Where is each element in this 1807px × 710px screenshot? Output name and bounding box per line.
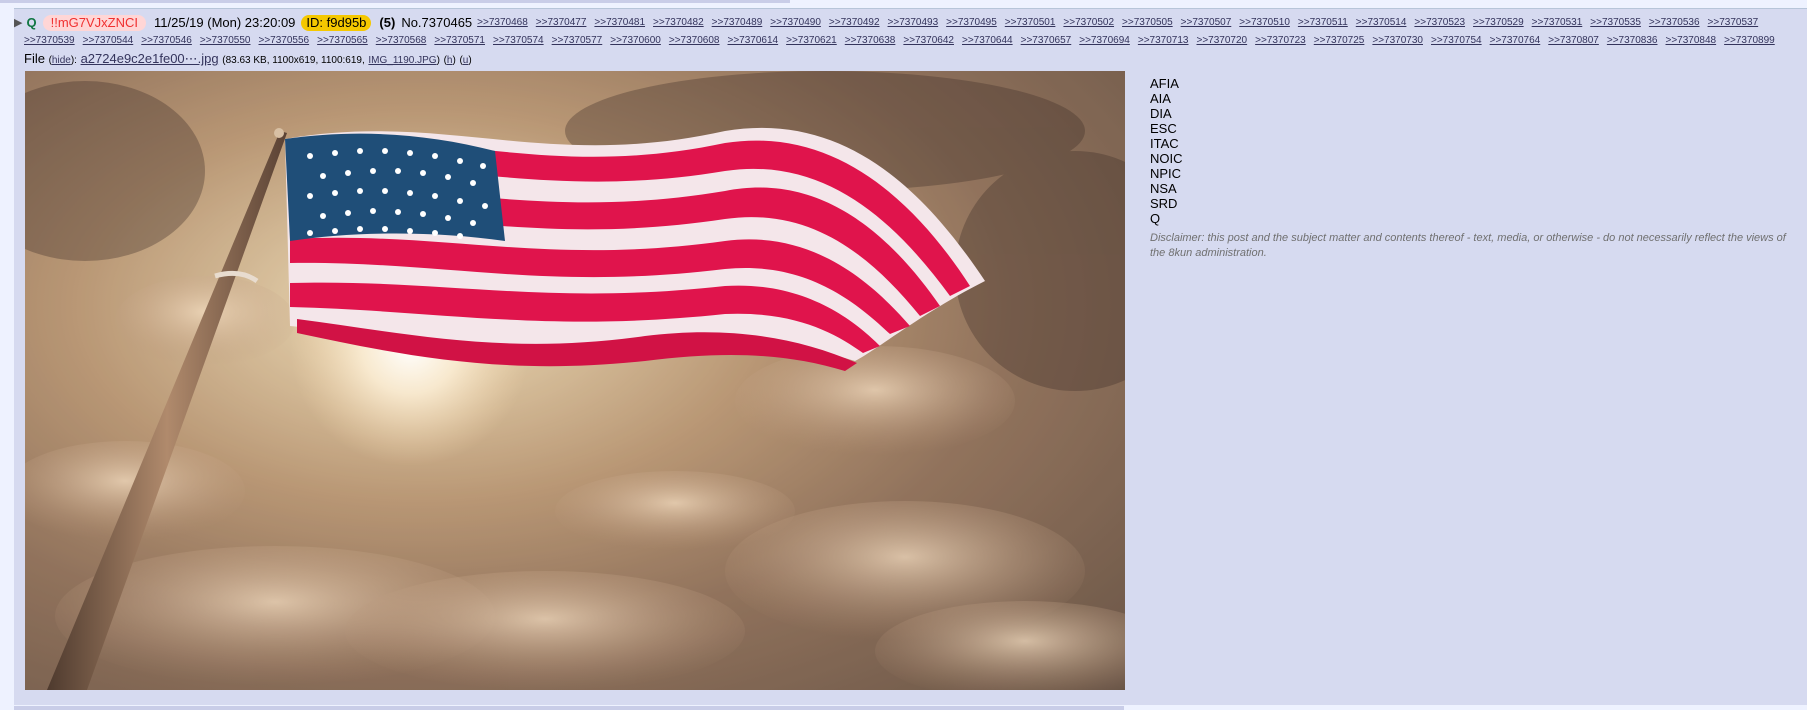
backlink[interactable]: >>7370621 bbox=[786, 35, 837, 46]
backlink[interactable]: >>7370754 bbox=[1431, 35, 1482, 46]
backlink[interactable]: >>7370720 bbox=[1197, 35, 1248, 46]
backlink[interactable]: >>7370638 bbox=[845, 35, 896, 46]
backlink[interactable]: >>7370477 bbox=[536, 17, 587, 28]
bottom-divider bbox=[14, 706, 1124, 710]
post-container: ▶ Q !!mG7VJxZNCI 11/25/19 (Mon) 23:20:09… bbox=[14, 8, 1807, 705]
top-divider bbox=[0, 0, 790, 3]
backlink[interactable]: >>7370713 bbox=[1138, 35, 1189, 46]
backlink[interactable]: >>7370495 bbox=[946, 17, 997, 28]
backlink[interactable]: >>7370501 bbox=[1005, 17, 1056, 28]
reply-count: (5) bbox=[379, 15, 396, 30]
post-image-american-flag[interactable] bbox=[25, 71, 1125, 690]
backlink[interactable]: >>7370507 bbox=[1181, 17, 1232, 28]
backlink[interactable]: >>7370764 bbox=[1490, 35, 1541, 46]
body-line: NSA bbox=[1150, 181, 1177, 196]
flag-photo bbox=[25, 71, 1125, 690]
backlink[interactable]: >>7370568 bbox=[376, 35, 427, 46]
backlink[interactable]: >>7370807 bbox=[1548, 35, 1599, 46]
u-link[interactable]: u bbox=[463, 55, 469, 66]
backlink[interactable]: >>7370529 bbox=[1473, 17, 1524, 28]
h-link[interactable]: h bbox=[447, 55, 453, 66]
backlink[interactable]: >>7370836 bbox=[1607, 35, 1658, 46]
backlink[interactable]: >>7370482 bbox=[653, 17, 704, 28]
backlinks-line-2: >>7370539 >>7370544 >>7370546 >>7370550 >>73… bbox=[24, 35, 1783, 46]
backlink[interactable]: >>7370490 bbox=[770, 17, 821, 28]
backlink[interactable]: >>7370511 bbox=[1298, 17, 1348, 28]
backlink[interactable]: >>7370694 bbox=[1079, 35, 1130, 46]
body-line: NOIC bbox=[1150, 151, 1183, 166]
post-date: 11/25/19 (Mon) 23:20:09 bbox=[154, 15, 296, 30]
backlink[interactable]: >>7370556 bbox=[259, 35, 310, 46]
body-line: Q bbox=[1150, 211, 1161, 226]
body-line: AIA bbox=[1150, 91, 1171, 106]
backlink[interactable]: >>7370510 bbox=[1239, 17, 1290, 28]
backlink[interactable]: >>7370514 bbox=[1356, 17, 1407, 28]
backlink[interactable]: >>7370537 bbox=[1708, 17, 1759, 28]
body-line: DIA bbox=[1150, 106, 1172, 121]
backlink[interactable]: >>7370481 bbox=[594, 17, 645, 28]
backlink[interactable]: >>7370492 bbox=[829, 17, 880, 28]
tripcode: !!mG7VJxZNCI bbox=[42, 15, 146, 31]
backlink[interactable]: >>7370535 bbox=[1590, 17, 1641, 28]
backlink[interactable]: >>7370468 bbox=[477, 17, 528, 28]
backlink[interactable]: >>7370523 bbox=[1414, 17, 1465, 28]
backlink[interactable]: >>7370657 bbox=[1021, 35, 1072, 46]
backlink[interactable]: >>7370608 bbox=[669, 35, 720, 46]
backlink[interactable]: >>7370536 bbox=[1649, 17, 1700, 28]
backlink[interactable]: >>7370550 bbox=[200, 35, 251, 46]
body-line: ITAC bbox=[1150, 136, 1179, 151]
file-label: File bbox=[24, 51, 45, 66]
backlink[interactable]: >>7370725 bbox=[1314, 35, 1365, 46]
disclaimer-text: Disclaimer: this post and the subject ma… bbox=[1150, 232, 1786, 259]
hide-file-link[interactable]: hide bbox=[52, 55, 71, 66]
backlink[interactable]: >>7370577 bbox=[552, 35, 603, 46]
original-filename-link[interactable]: IMG_1190.JPG bbox=[368, 55, 436, 66]
post-number-link[interactable]: No.7370465 bbox=[401, 15, 472, 31]
backlink[interactable]: >>7370848 bbox=[1666, 35, 1717, 46]
backlink[interactable]: >>7370642 bbox=[903, 35, 954, 46]
file-info: File (hide): a2724e9c2e1fe00⋯.jpg (83.63… bbox=[24, 51, 472, 66]
backlink[interactable]: >>7370571 bbox=[434, 35, 485, 46]
body-line: ESC bbox=[1150, 121, 1177, 136]
backlink[interactable]: >>7370600 bbox=[610, 35, 661, 46]
body-line: AFIA bbox=[1150, 76, 1179, 91]
file-details: (83.63 KB, 1100x619, 1100:619, bbox=[222, 55, 365, 66]
backlink[interactable]: >>7370493 bbox=[888, 17, 939, 28]
file-details-close: ) bbox=[436, 55, 440, 66]
backlink[interactable]: >>7370565 bbox=[317, 35, 368, 46]
poster-id-badge[interactable]: ID: f9d95b bbox=[301, 15, 372, 31]
backlink[interactable]: >>7370539 bbox=[24, 35, 75, 46]
backlink[interactable]: >>7370574 bbox=[493, 35, 544, 46]
post-header: ▶ Q !!mG7VJxZNCI 11/25/19 (Mon) 23:20:09… bbox=[14, 15, 1807, 47]
file-name-link[interactable]: a2724e9c2e1fe00⋯.jpg bbox=[81, 51, 219, 66]
backlink[interactable]: >>7370723 bbox=[1255, 35, 1306, 46]
backlink[interactable]: >>7370505 bbox=[1122, 17, 1173, 28]
backlink[interactable]: >>7370899 bbox=[1724, 35, 1775, 46]
backlink[interactable]: >>7370546 bbox=[141, 35, 192, 46]
backlink[interactable]: >>7370614 bbox=[728, 35, 779, 46]
body-line: NPIC bbox=[1150, 166, 1182, 181]
backlink[interactable]: >>7370644 bbox=[962, 35, 1013, 46]
poster-name: Q bbox=[26, 15, 37, 30]
backlink[interactable]: >>7370730 bbox=[1372, 35, 1423, 46]
post-body: AFIA AIA DIA ESC ITAC NOIC NPIC NSA SRD … bbox=[1150, 76, 1800, 261]
backlinks-line-1: >>7370468 >>7370477 >>7370481 >>7370482 >>73… bbox=[477, 15, 1766, 31]
backlink[interactable]: >>7370531 bbox=[1532, 17, 1583, 28]
body-line: SRD bbox=[1150, 196, 1178, 211]
expand-triangle-icon[interactable]: ▶ bbox=[14, 15, 22, 31]
backlink[interactable]: >>7370544 bbox=[83, 35, 134, 46]
backlink[interactable]: >>7370489 bbox=[712, 17, 763, 28]
backlink[interactable]: >>7370502 bbox=[1063, 17, 1114, 28]
